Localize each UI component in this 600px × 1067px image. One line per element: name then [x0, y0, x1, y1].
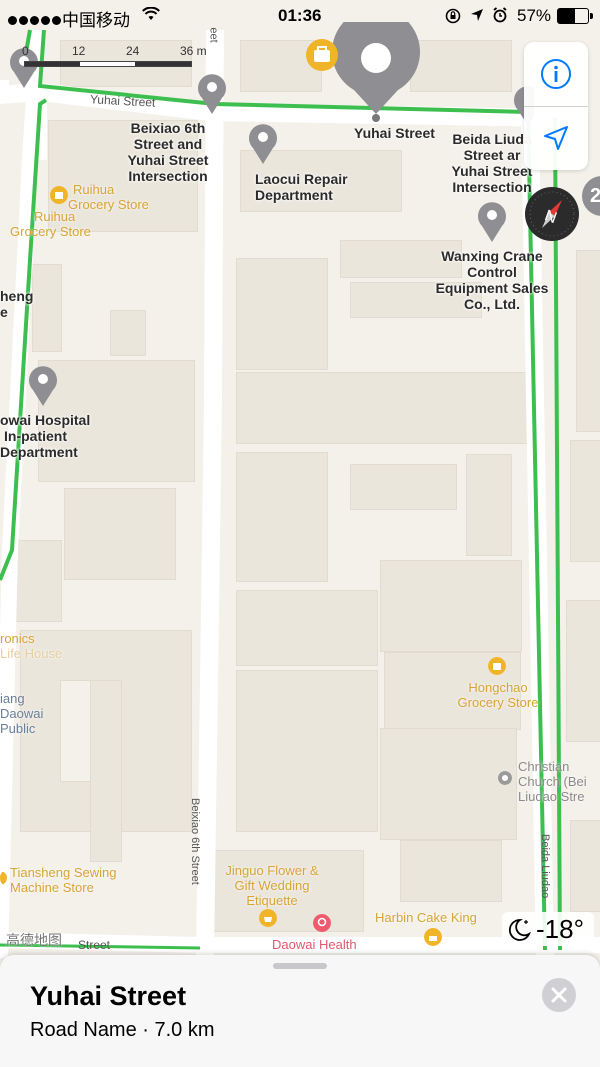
weather-widget: -18°: [502, 912, 594, 946]
sheet-grabber[interactable]: [273, 963, 327, 969]
poi-label-ruihua: Ruihua Grocery Store: [68, 182, 149, 212]
close-button[interactable]: [542, 978, 576, 1012]
status-bar: 中国移动 01:36 57%: [0, 0, 600, 32]
sewing-store-icon[interactable]: [0, 871, 10, 885]
flower-shop-icon[interactable]: [259, 909, 277, 927]
moon-icon: [508, 919, 532, 941]
grocery-store-icon[interactable]: [488, 657, 506, 675]
battery-icon: [557, 8, 593, 24]
church-icon[interactable]: [498, 771, 512, 785]
poi-label-hongchao: Hongchao Grocery Store: [457, 680, 539, 710]
place-card[interactable]: Yuhai Street Road Name · 7.0 km: [0, 955, 600, 1067]
map-pin-icon[interactable]: [474, 198, 510, 244]
street-label-beixiao: Beixiao 6th Street: [189, 798, 201, 885]
poi-label-daowai-health: Daowai Health: [272, 937, 357, 952]
place-label-beixiao-intersection: Beixiao 6th Street and Yuhai Street Interse…: [127, 120, 209, 184]
selected-location-pin-icon[interactable]: [330, 22, 422, 122]
amap-logo: 高德地图: [6, 932, 62, 948]
temperature: -18°: [536, 914, 584, 944]
map-controls: [524, 42, 588, 170]
poi-label-tiansheng: Tiansheng Sewing Machine Store: [10, 865, 117, 895]
map-pin-icon[interactable]: [25, 362, 61, 408]
place-label-wanxing: Wanxing Crane Control Equipment Sales Co., …: [435, 248, 549, 312]
compass-icon[interactable]: N: [524, 186, 580, 242]
orientation-lock-icon: [445, 8, 461, 24]
map-pin-icon[interactable]: [245, 120, 281, 166]
location-arrow-icon: [471, 9, 483, 21]
map-pin-icon[interactable]: [194, 70, 230, 116]
selected-street-label: Yuhai Street: [354, 125, 435, 141]
locate-me-button[interactable]: [542, 124, 570, 152]
street-label-bottom: Street: [78, 938, 111, 952]
alarm-icon: [493, 7, 507, 23]
grocery-store-icon[interactable]: [50, 186, 68, 204]
place-title: Yuhai Street: [30, 981, 187, 1011]
poi-label-christian-church: Christian Church (Bei Liudao Stre: [518, 759, 587, 804]
poi-label-harbin-cake: Harbin Cake King: [375, 910, 477, 925]
signal-strength-icon: [8, 10, 63, 30]
briefcase-poi-icon[interactable]: [305, 38, 339, 72]
street-label-beida: Beida Liudao: [539, 834, 551, 899]
map-view[interactable]: Yuhai Street eet Beixiao 6th Street Beid…: [0, 0, 600, 958]
clock: 01:36: [278, 6, 322, 25]
health-icon[interactable]: [313, 914, 331, 932]
cake-shop-icon[interactable]: [424, 928, 442, 946]
place-label-heng: heng e: [0, 288, 34, 320]
poi-label-ruihua-2: Ruihua Grocery Store: [10, 209, 91, 239]
info-button[interactable]: [540, 58, 572, 90]
battery-percent: 57%: [517, 6, 552, 25]
place-label-laocui: Laocui Repair Department: [255, 171, 348, 203]
poi-label-iang-daowai: iang Daowai Public: [0, 691, 44, 736]
wifi-icon: [142, 7, 160, 20]
place-label-daowai-hospital: owai Hospital In-patient Department: [0, 412, 91, 460]
carrier-name: 中国移动: [62, 11, 130, 30]
poi-label-ronics: ronics Life House: [0, 631, 63, 661]
place-subtitle: Road Name · 7.0 km: [30, 1019, 215, 1041]
poi-label-jinguo: Jinguo Flower & Gift Wedding Etiquette: [225, 863, 319, 908]
